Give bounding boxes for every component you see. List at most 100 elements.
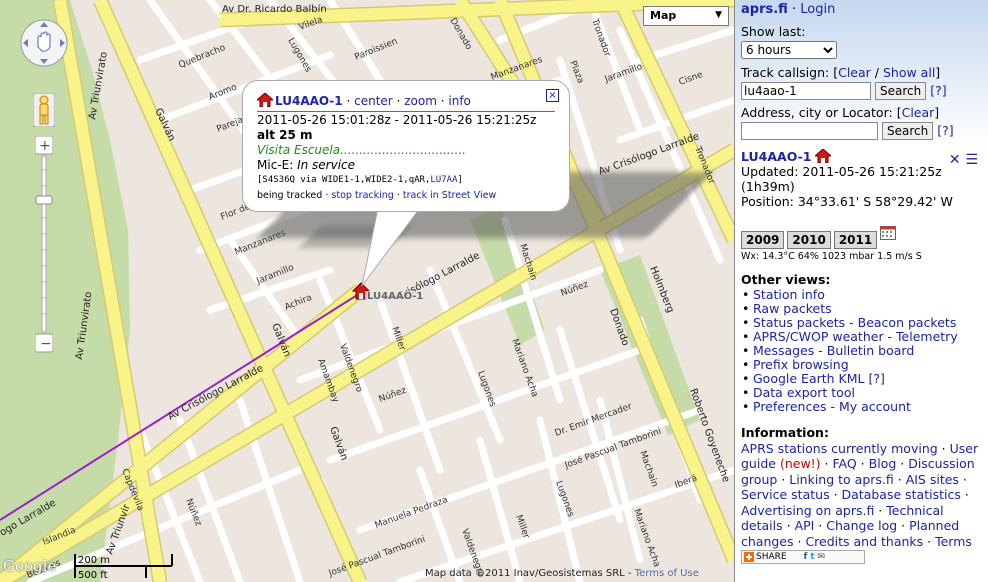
street-view-link[interactable]: track in Street View: [403, 190, 496, 201]
zoom-link[interactable]: zoom: [404, 94, 437, 108]
separator: ·: [791, 2, 797, 17]
track-help-link[interactable]: [?]: [930, 83, 946, 98]
address-help-link[interactable]: [?]: [937, 123, 953, 138]
close-icon[interactable]: ✕: [949, 152, 961, 168]
service-status-link[interactable]: Service status: [741, 487, 830, 502]
terms-of-use-link[interactable]: Terms of Use: [635, 568, 699, 579]
list-item: Prefix browsing: [742, 357, 958, 373]
other-view-link[interactable]: APRS/CWOP weather - Telemetry: [753, 329, 958, 344]
side-panel: aprs.fi · Login Show last: 6 hours Track…: [734, 0, 988, 582]
pegman-icon[interactable]: [33, 93, 55, 127]
slash: /: [874, 65, 879, 80]
station-age: (1h39m): [741, 179, 795, 194]
api-link[interactable]: API: [795, 518, 815, 533]
path-text: [S4S36Q via WIDE1-1,WIDE2-1,qAR,: [257, 175, 431, 185]
information-title: Information:: [741, 425, 829, 440]
other-views-title: Other views:: [741, 272, 831, 287]
changelog-link[interactable]: Change log: [826, 518, 897, 533]
list-item: Google Earth KML [?]: [742, 371, 958, 387]
calendar-icon[interactable]: [880, 226, 897, 240]
tracking-row: being tracked · stop tracking · track in…: [257, 188, 555, 203]
credits-link[interactable]: Credits and thanks: [805, 534, 923, 549]
house-icon: [814, 148, 833, 164]
divider: [257, 111, 555, 112]
altitude: alt 25 m: [257, 128, 313, 142]
address-label: Address, city or Locator:: [741, 105, 893, 120]
other-view-link[interactable]: Prefix browsing: [753, 357, 849, 372]
site-link[interactable]: aprs.fi: [741, 2, 788, 17]
center-link[interactable]: center: [354, 94, 393, 108]
clear-track-link[interactable]: Clear: [838, 65, 871, 80]
year-tab[interactable]: 2009: [741, 231, 785, 249]
other-views: Other views: Station info Raw packets St…: [741, 272, 958, 415]
mice-status: Mic-E: In service: [257, 158, 555, 173]
other-view-link[interactable]: Raw packets: [753, 301, 832, 316]
year-tab[interactable]: 2010: [787, 231, 831, 249]
year-tabs: 2009 2010 2011: [741, 226, 897, 249]
track-callsign-input[interactable]: [741, 82, 871, 100]
share-label: SHARE: [756, 552, 787, 562]
chevron-down-icon: ▼: [715, 10, 722, 20]
separator: ·: [325, 190, 329, 201]
separator: ·: [346, 94, 351, 108]
zoom-control[interactable]: + −: [35, 136, 53, 354]
other-view-link[interactable]: Messages - Bulletin board: [753, 343, 914, 358]
infowindow-callsign[interactable]: LU4AAO-1: [275, 94, 343, 108]
db-stats-link[interactable]: Database statistics: [842, 487, 961, 502]
separator: ·: [396, 94, 401, 108]
linking-link[interactable]: Linking to aprs.fi: [789, 472, 894, 487]
track-search-button[interactable]: Search: [874, 82, 927, 100]
infowindow-tail: [361, 208, 421, 287]
list-item: APRS/CWOP weather - Telemetry: [742, 329, 958, 345]
clear-address-link[interactable]: Clear: [902, 105, 935, 120]
separator: ·: [440, 94, 445, 108]
search-panel: aprs.fi · Login Show last: 6 hours Track…: [735, 0, 988, 145]
other-view-link[interactable]: Google Earth KML [?]: [753, 371, 885, 386]
other-view-link[interactable]: Status packets - Beacon packets: [753, 315, 956, 330]
map-attribution: Map data ©2011 Inav/Geosistemas SRL - Te…: [425, 568, 699, 579]
time-range: 2011-05-26 15:01:28z - 2011-05-26 15:21:…: [257, 113, 537, 127]
tracking-status: being tracked: [257, 190, 323, 201]
station-actions: ✕ ☰: [949, 152, 978, 168]
packet-path: [S4S36Q via WIDE1-1,WIDE2-1,qAR,LU7AA]: [257, 173, 555, 188]
house-icon: [257, 93, 273, 107]
moving-link[interactable]: APRS stations currently moving: [741, 441, 938, 456]
station-comment: Visita Escuela..........................…: [257, 143, 466, 157]
scale-metric: 200 m: [78, 555, 110, 566]
other-view-link[interactable]: Preferences - My account: [753, 399, 911, 414]
other-view-link[interactable]: Station info: [753, 287, 825, 302]
info-link[interactable]: info: [448, 94, 471, 108]
advertising-link[interactable]: Advertising on aprs.fi: [741, 503, 874, 518]
station-position: Position: 34°33.61' S 58°29.42' W: [741, 194, 953, 209]
map-canvas[interactable]: Av Dr. Ricardo Balbín Vilela Lugones Par…: [0, 0, 734, 582]
digi-link[interactable]: LU7AA: [430, 175, 457, 185]
twitter-icon: t: [810, 552, 815, 562]
map-scale: 200 m 500 ft: [74, 554, 173, 580]
stop-tracking-link[interactable]: stop tracking: [331, 190, 393, 201]
map-type-dropdown[interactable]: Map ▼: [643, 6, 729, 26]
street-label: Av Dr. Ricardo Balbín: [222, 3, 327, 15]
share-button[interactable]: SHARE f t ✉: [741, 550, 865, 564]
weather-readout: Wx: 14.3°C 64% 1023 mbar 1.5 m/s S: [741, 251, 922, 262]
marker-label[interactable]: LU4AAO-1: [365, 291, 426, 302]
pan-control[interactable]: [19, 17, 69, 69]
address-input[interactable]: [741, 122, 878, 140]
track-label: Track callsign:: [741, 65, 830, 80]
address-search-button[interactable]: Search: [881, 122, 934, 140]
google-logo[interactable]: Google: [3, 557, 56, 575]
share-plus-icon: [744, 552, 754, 562]
login-link[interactable]: Login: [800, 2, 835, 17]
new-badge: (new!): [779, 456, 821, 471]
faq-link[interactable]: FAQ: [832, 456, 856, 471]
station-callsign[interactable]: LU4AAO-1: [741, 149, 811, 164]
show-last-select[interactable]: 6 hours: [741, 41, 837, 59]
ais-link[interactable]: AIS sites: [906, 472, 959, 487]
station-infowindow: × LU4AAO-1 · center · zoom · info 2011-0…: [242, 80, 570, 212]
plus-icon: +: [39, 138, 51, 154]
menu-icon[interactable]: ☰: [965, 152, 978, 168]
blog-link[interactable]: Blog: [869, 456, 897, 471]
year-tab[interactable]: 2011: [833, 231, 878, 249]
other-view-link[interactable]: Data export tool: [753, 385, 855, 400]
show-all-link[interactable]: Show all: [883, 65, 935, 80]
infowindow-close-button[interactable]: ×: [546, 89, 559, 102]
